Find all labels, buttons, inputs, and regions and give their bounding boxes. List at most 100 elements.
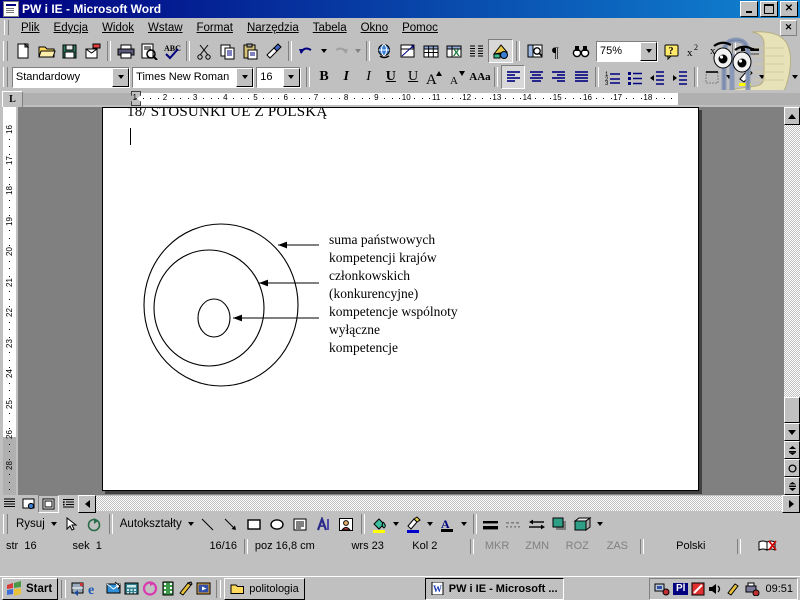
arrow-style-icon[interactable] [526, 513, 549, 535]
select-objects-arrow-icon[interactable] [60, 513, 83, 535]
status-indicator-zas[interactable]: ZAS [597, 538, 637, 554]
scroll-right-button[interactable] [782, 495, 800, 513]
previous-page-button[interactable] [784, 441, 800, 459]
more-buttons-icon[interactable] [739, 40, 762, 62]
underline-alt-button[interactable]: U [402, 66, 424, 88]
shadow-icon[interactable] [549, 513, 572, 535]
menu-widok[interactable]: Widok [95, 20, 141, 36]
next-page-button[interactable] [784, 477, 800, 495]
undo-dropdown[interactable] [318, 40, 329, 62]
status-indicator-zmn[interactable]: ZMN [517, 538, 557, 554]
open-folder-icon[interactable] [35, 40, 58, 62]
print-layout-view-icon[interactable] [38, 495, 59, 513]
tab-stop-selector[interactable]: L [2, 91, 23, 108]
bold-button[interactable]: B [313, 66, 335, 88]
free-rotate-icon[interactable] [83, 513, 106, 535]
underline-button[interactable]: U [380, 66, 402, 88]
menu-edycja[interactable]: Edycja [47, 20, 96, 36]
paste-clipboard-icon[interactable] [239, 40, 262, 62]
normal-view-icon[interactable] [0, 496, 19, 512]
network-status-icon[interactable] [654, 581, 670, 596]
scroll-left-button[interactable] [78, 495, 96, 513]
volume-icon[interactable] [708, 582, 723, 596]
minimize-button[interactable] [740, 1, 758, 17]
rectangle-icon[interactable] [243, 513, 266, 535]
show-desktop-icon[interactable] [69, 580, 87, 598]
text-box-icon[interactable] [289, 513, 312, 535]
autoshapes-menu-button[interactable]: Autokształty [116, 518, 186, 530]
menu-plik[interactable]: Plik [14, 20, 47, 36]
zoom-combo[interactable]: 75% [596, 41, 658, 62]
undo-arrow-icon[interactable] [295, 40, 318, 62]
italic-alt-button[interactable]: I [357, 66, 379, 88]
taskbar-button-word[interactable]: W PW i IE - Microsoft ... [425, 578, 564, 600]
close-button[interactable]: ✕ [780, 1, 798, 17]
oval-icon[interactable] [266, 513, 289, 535]
scroll-up-button[interactable] [784, 107, 800, 125]
autoshapes-menu-caret[interactable] [186, 513, 197, 535]
subscript-icon[interactable]: x2 [706, 40, 729, 62]
status-language[interactable]: Polski [647, 538, 734, 554]
office-assistant-help-icon[interactable]: ? [660, 40, 683, 62]
calculator-icon[interactable] [123, 580, 141, 598]
fill-color-dropdown[interactable] [391, 513, 402, 535]
menu-grip[interactable] [4, 20, 9, 35]
printer-icon[interactable] [744, 582, 760, 596]
mail-recipient-icon[interactable] [81, 40, 104, 62]
internet-explorer-icon[interactable]: e [87, 580, 105, 598]
numbered-list-icon[interactable]: 123 [602, 66, 624, 88]
web-layout-view-icon[interactable] [19, 496, 38, 512]
menu-pomoc[interactable]: Pomoc [395, 20, 445, 36]
cut-scissors-icon[interactable] [193, 40, 216, 62]
spelling-abc-check-icon[interactable]: ABC [160, 40, 183, 62]
align-left-icon[interactable] [501, 65, 525, 89]
align-center-icon[interactable] [525, 66, 547, 88]
zoom-dropdown-button[interactable] [640, 42, 657, 61]
new-document-icon[interactable] [12, 40, 35, 62]
outlook-express-icon[interactable] [105, 580, 123, 598]
change-case-icon[interactable]: AAa [469, 66, 491, 88]
horizontal-scroll-trough[interactable] [96, 496, 782, 511]
winamp-icon[interactable] [177, 580, 195, 598]
draw-menu-caret[interactable] [49, 513, 60, 535]
language-indicator[interactable]: Pl [673, 583, 688, 595]
redo-arrow-icon[interactable] [329, 40, 352, 62]
borders-icon[interactable] [701, 66, 723, 88]
prohibited-icon[interactable] [691, 582, 705, 596]
justify-icon[interactable] [570, 66, 592, 88]
media-player-icon[interactable] [195, 580, 213, 598]
line-icon[interactable] [197, 513, 220, 535]
bulleted-list-icon[interactable] [624, 66, 646, 88]
scroll-down-button[interactable] [784, 423, 800, 441]
drawing-toolbar-grip[interactable] [3, 514, 8, 534]
line-style-icon[interactable] [480, 513, 503, 535]
line-color-dropdown[interactable] [425, 513, 436, 535]
menu-okno[interactable]: Okno [354, 20, 396, 36]
show-formatting-marks-icon[interactable]: ¶ [546, 40, 569, 62]
menu-narzedzia[interactable]: Narzędzia [240, 20, 306, 36]
clock[interactable]: 09:51 [763, 583, 793, 595]
arrow-icon[interactable] [220, 513, 243, 535]
drawing-toolbar-icon[interactable] [488, 39, 513, 63]
italic-button[interactable]: I [335, 66, 357, 88]
save-disk-icon[interactable] [58, 40, 81, 62]
copy-icon[interactable] [216, 40, 239, 62]
movie-film-icon[interactable] [159, 580, 177, 598]
align-right-icon[interactable] [548, 66, 570, 88]
status-indicator-roz[interactable]: ROZ [557, 538, 597, 554]
vertical-ruler[interactable]: 161718192021222324252628 [0, 107, 18, 495]
tables-and-borders-icon[interactable] [396, 40, 419, 62]
document-map-icon[interactable] [523, 40, 546, 62]
font-color-icon[interactable]: A [436, 513, 459, 535]
wordart-icon[interactable] [312, 513, 335, 535]
draw-menu-button[interactable]: Rysuj [12, 518, 49, 530]
select-browse-object-button[interactable] [784, 459, 800, 477]
borders-dropdown[interactable] [723, 66, 734, 88]
outline-view-icon[interactable] [59, 496, 78, 512]
insert-excel-worksheet-icon[interactable]: X [442, 40, 465, 62]
font-color-icon[interactable]: A [767, 66, 789, 88]
find-binoculars-icon[interactable] [569, 40, 592, 62]
horizontal-ruler[interactable]: 123456789101112131415161718 [23, 90, 800, 107]
font-color-dropdown[interactable] [789, 66, 800, 88]
vertical-scrollbar[interactable] [784, 107, 800, 495]
